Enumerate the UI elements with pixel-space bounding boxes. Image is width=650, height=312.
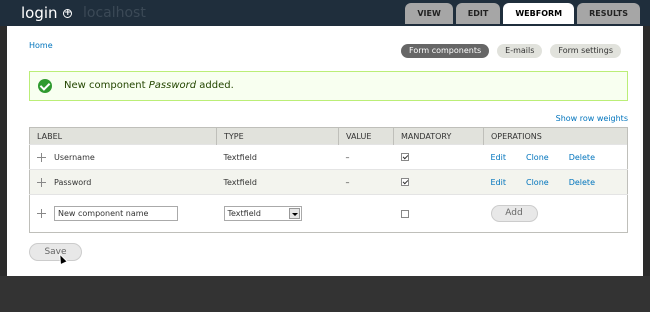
tab-edit[interactable]: EDIT xyxy=(455,3,501,24)
column-header-operations: OPERATIONS xyxy=(483,127,628,145)
page-background xyxy=(0,276,650,312)
show-row-weights-link[interactable]: Show row weights xyxy=(556,114,628,123)
new-component-name-input[interactable] xyxy=(54,206,178,221)
clone-link[interactable]: Clone xyxy=(526,153,549,162)
edit-link[interactable]: Edit xyxy=(491,178,507,187)
site-name: localhost xyxy=(83,5,146,21)
table-row: Username Textfield – Edit Clone Delete xyxy=(29,144,628,170)
tab-emails[interactable]: E-mails xyxy=(497,44,543,58)
component-label: Username xyxy=(54,152,95,162)
mandatory-checkbox[interactable] xyxy=(400,153,409,161)
component-type: Textfield xyxy=(216,169,339,195)
clone-link[interactable]: Clone xyxy=(526,178,549,187)
edit-link[interactable]: Edit xyxy=(491,153,507,162)
mandatory-checkbox[interactable] xyxy=(400,178,409,186)
tab-form-settings[interactable]: Form settings xyxy=(550,44,621,58)
tab-webform[interactable]: WEBFORM xyxy=(503,3,575,24)
table-row: Password Textfield – Edit Clone Delete xyxy=(29,169,628,195)
table-header-row: LABEL TYPE VALUE MANDATORY OPERATIONS xyxy=(29,127,628,145)
column-header-type: TYPE xyxy=(216,127,339,145)
check-icon xyxy=(38,79,52,93)
tab-results[interactable]: RESULTS xyxy=(577,3,640,24)
tab-form-components[interactable]: Form components xyxy=(401,44,490,58)
component-type: Textfield xyxy=(216,144,339,170)
component-label: Password xyxy=(54,177,92,187)
component-type-select[interactable]: Textfield xyxy=(223,206,302,221)
admin-header: login + localhost VIEW EDIT WEBFORM RESU… xyxy=(0,0,650,26)
webform-components-panel: Home Form components E-mails Form settin… xyxy=(7,26,643,276)
tab-view[interactable]: VIEW xyxy=(405,3,453,24)
primary-tabs: VIEW EDIT WEBFORM RESULTS xyxy=(405,3,640,24)
component-value: – xyxy=(338,144,394,170)
chevron-down-icon xyxy=(288,208,300,219)
delete-link[interactable]: Delete xyxy=(569,153,595,162)
component-name: Password xyxy=(148,80,197,91)
drag-handle-icon[interactable] xyxy=(37,209,46,218)
drag-handle-icon[interactable] xyxy=(37,152,46,162)
new-mandatory-checkbox[interactable] xyxy=(400,209,409,218)
components-table: LABEL TYPE VALUE MANDATORY OPERATIONS Us… xyxy=(29,127,628,233)
add-component-row: Textfield Add xyxy=(29,194,628,233)
column-header-value: VALUE xyxy=(338,127,394,145)
breadcrumb-home[interactable]: Home xyxy=(29,41,53,50)
add-button[interactable]: Add xyxy=(490,205,538,222)
secondary-tabs: Form components E-mails Form settings xyxy=(401,44,621,58)
column-header-label: LABEL xyxy=(29,127,217,145)
add-shortcut-icon[interactable]: + xyxy=(63,9,72,18)
delete-link[interactable]: Delete xyxy=(569,178,595,187)
page-title: login xyxy=(21,4,58,22)
component-value: – xyxy=(338,169,394,195)
drag-handle-icon[interactable] xyxy=(37,177,46,187)
status-message-text: New component Password added. xyxy=(64,80,234,91)
status-message: New component Password added. xyxy=(29,71,628,101)
column-header-mandatory: MANDATORY xyxy=(393,127,484,145)
